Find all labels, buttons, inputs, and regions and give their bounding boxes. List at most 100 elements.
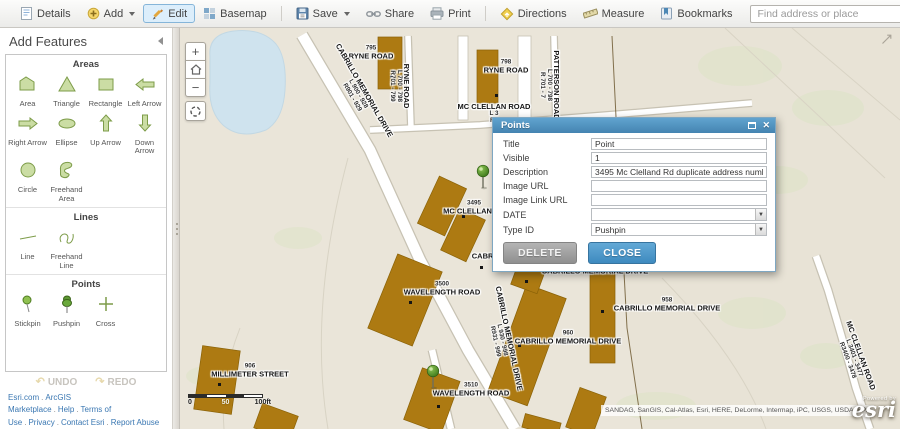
tool-pushpin[interactable]: Pushpin xyxy=(47,291,86,330)
field-date-select[interactable]: ▼ xyxy=(591,208,767,221)
zoom-out-button[interactable]: − xyxy=(185,78,206,97)
tool-label: Down Arrow xyxy=(134,137,155,156)
home-button[interactable] xyxy=(185,60,206,79)
field-type-id-value: Pushpin xyxy=(595,224,626,235)
edit-icon xyxy=(151,7,164,20)
delete-button[interactable]: DELETE xyxy=(503,242,577,264)
tool-right-arrow[interactable]: Right Arrow xyxy=(8,110,47,157)
footer-link-report-abuse[interactable]: Report Abuse xyxy=(111,418,159,427)
field-title-input[interactable] xyxy=(591,138,767,150)
toolbar-add-button[interactable]: Add xyxy=(79,4,144,23)
toolbar-share-button[interactable]: Share xyxy=(358,5,422,23)
add-features-sidebar: Add Features Areas Area Triangle Rectangle L… xyxy=(0,28,172,429)
tool-rectangle[interactable]: Rectangle xyxy=(86,71,125,110)
field-image-url-input[interactable] xyxy=(591,180,767,192)
sidebar-resize-grip[interactable] xyxy=(172,28,180,429)
tool-ellipse[interactable]: Ellipse xyxy=(47,110,86,157)
modify-map-icon[interactable] xyxy=(881,32,892,50)
tool-down-arrow[interactable]: Down Arrow xyxy=(125,110,164,157)
redo-button[interactable]: ↷ REDO xyxy=(95,376,136,389)
undo-button[interactable]: ↶ UNDO xyxy=(36,377,78,389)
field-image-link-url-input[interactable] xyxy=(591,194,767,206)
line-icon xyxy=(16,227,40,252)
field-description-input[interactable] xyxy=(591,166,767,178)
field-type-id-select[interactable]: Pushpin ▼ xyxy=(591,223,767,236)
toolbar-share-label: Share xyxy=(384,7,415,20)
map-pushpin[interactable] xyxy=(425,364,441,390)
popup-title-bar[interactable]: Points ✕ xyxy=(493,118,775,133)
dock-icon[interactable] xyxy=(748,122,757,129)
toolbar-right-buttons: Save Share Print Directions Measure Bookmarks xyxy=(288,4,741,24)
field-date-label: DATE xyxy=(503,209,527,220)
collapse-panel-icon[interactable] xyxy=(158,37,163,45)
section-areas: Areas Area Triangle Rectangle Left Arrow Righ… xyxy=(6,55,166,207)
map-pushpin[interactable] xyxy=(475,164,491,190)
tool-triangle[interactable]: Triangle xyxy=(47,71,86,110)
toolbar-save-button[interactable]: Save xyxy=(288,4,358,23)
freehand-area-icon xyxy=(55,160,79,185)
field-type-id-label: Type ID xyxy=(503,224,535,235)
toolbar-bookmarks-button[interactable]: Bookmarks xyxy=(652,4,740,23)
right-arrow-icon xyxy=(16,113,40,138)
dropdown-arrow-icon[interactable]: ▼ xyxy=(755,209,766,220)
footer-link-contact-esri[interactable]: Contact Esri xyxy=(61,418,105,427)
field-image-link-url-label: Image Link URL xyxy=(503,195,568,205)
toolbar-directions-button[interactable]: Directions xyxy=(492,4,575,24)
field-image-url-label: Image URL xyxy=(503,181,549,191)
print-icon xyxy=(430,7,444,20)
redo-icon: ↷ xyxy=(95,376,105,388)
zoom-in-button[interactable]: + xyxy=(185,42,206,61)
section-title: Lines xyxy=(73,212,99,224)
close-button[interactable]: CLOSE xyxy=(588,242,657,264)
footer-link-help[interactable]: Help xyxy=(58,405,74,414)
tool-line[interactable]: Line xyxy=(8,224,47,271)
toolbar-print-button[interactable]: Print xyxy=(422,4,479,23)
toolbar-measure-button[interactable]: Measure xyxy=(575,4,653,23)
toolbar-basemap-button[interactable]: Basemap xyxy=(195,4,274,23)
locate-button[interactable] xyxy=(185,101,206,121)
address-point-dot xyxy=(437,405,440,408)
tool-freehand-area[interactable]: Freehand Area xyxy=(47,157,86,204)
field-title-label: Title xyxy=(503,139,520,149)
toolbar-details-label: Details xyxy=(37,7,71,20)
up-arrow-icon xyxy=(94,113,118,138)
address-point-dot xyxy=(495,94,498,97)
search-box xyxy=(750,4,900,23)
dropdown-arrow-icon[interactable]: ▼ xyxy=(755,224,766,235)
tool-left-arrow[interactable]: Left Arrow xyxy=(125,71,164,110)
ellipse-icon xyxy=(55,113,79,138)
link-separator: . xyxy=(53,405,56,415)
tool-label: Pushpin xyxy=(52,319,81,329)
tool-label: Freehand Area xyxy=(50,184,83,203)
footer-link-privacy[interactable]: Privacy xyxy=(28,418,54,427)
tool-up-arrow[interactable]: Up Arrow xyxy=(86,110,125,157)
toolbar-edit-button[interactable]: Edit xyxy=(143,4,196,23)
tool-stickpin[interactable]: Stickpin xyxy=(8,291,47,330)
home-icon xyxy=(190,64,201,75)
freehand-line-icon xyxy=(55,227,79,252)
toolbar-details-button[interactable]: Details xyxy=(12,4,79,23)
tool-circle[interactable]: Circle xyxy=(8,157,47,204)
save-icon xyxy=(296,7,309,20)
footer-link-esri-com[interactable]: Esri.com xyxy=(8,393,39,402)
popup-fields: Title Visible Description Image URL Image Li… xyxy=(493,133,775,236)
tool-freehand-line[interactable]: Freehand Line xyxy=(47,224,86,271)
link-separator: . xyxy=(24,417,27,427)
tool-area[interactable]: Area xyxy=(8,71,47,110)
panel-header: Add Features xyxy=(0,28,172,54)
field-visible-input[interactable] xyxy=(591,152,767,164)
tool-cross[interactable]: Cross xyxy=(86,291,125,330)
locate-icon xyxy=(190,105,201,117)
stickpin-icon xyxy=(16,294,40,319)
tool-label: Rectangle xyxy=(88,99,123,108)
address-point-dot xyxy=(218,383,221,386)
close-icon[interactable]: ✕ xyxy=(762,121,770,130)
tool-label: Stickpin xyxy=(14,319,41,329)
tool-label: Left Arrow xyxy=(127,99,162,108)
search-input[interactable] xyxy=(750,5,900,23)
address-point-dot xyxy=(409,301,412,304)
chevron-down-icon xyxy=(129,11,136,16)
address-point-dot xyxy=(480,266,483,269)
tool-label: Circle xyxy=(17,184,38,194)
popup-field-row: Type ID Pushpin ▼ xyxy=(503,223,767,236)
